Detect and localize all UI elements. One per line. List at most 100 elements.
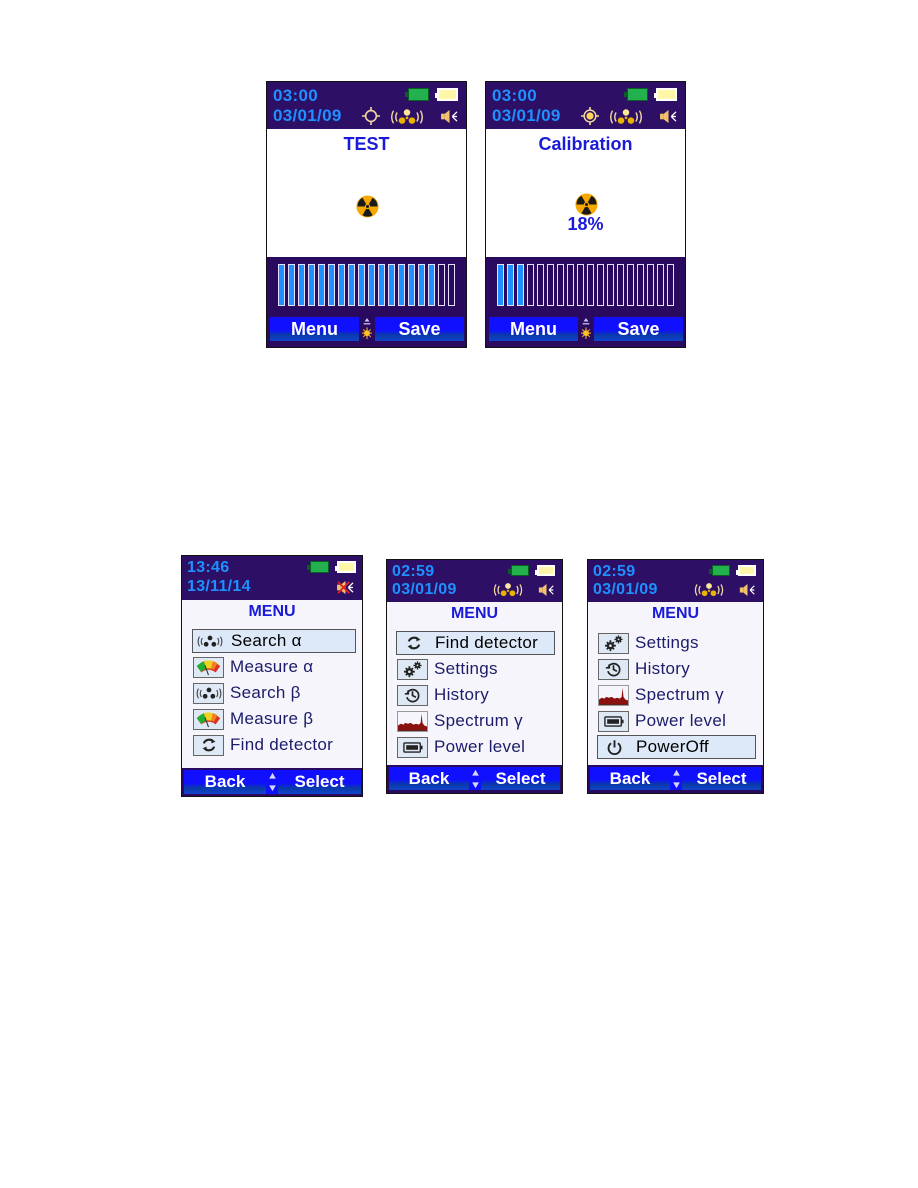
level-bar-segment (577, 264, 584, 306)
battery-yellow-icon (435, 88, 458, 101)
gauge-icon (193, 656, 224, 678)
test-screen: 03:00 03/01/09 TEST Menu Save (266, 81, 467, 348)
radiation-icon (575, 193, 598, 216)
menu-item-search-beta[interactable]: Search β (192, 681, 356, 705)
level-bar-segment (587, 264, 594, 306)
menu-item-label: Settings (434, 659, 498, 678)
menu-item-label: Measure β (230, 709, 314, 728)
menu-item-measure-alpha[interactable]: Measure α (192, 655, 356, 679)
updown-arrows-icon[interactable] (469, 767, 481, 790)
level-bar-segment (637, 264, 644, 306)
clock-time: 02:59 (593, 563, 636, 580)
menu-item-power-level[interactable]: Power level (597, 709, 756, 733)
menu-item-measure-beta[interactable]: Measure β (192, 707, 356, 731)
menu-item-power-off[interactable]: PowerOff (597, 735, 756, 759)
save-button[interactable]: Save (375, 317, 464, 341)
sun-updown-icon[interactable] (578, 316, 594, 342)
softkey-footer: Back Select (387, 765, 562, 793)
status-header: 03:00 03/01/09 (267, 82, 466, 129)
battery-green-icon (307, 561, 329, 573)
menu-screen-1: 13:46 13/11/14 MENU Search α Measure α S… (181, 555, 363, 797)
radiation-signal-icon (194, 631, 225, 652)
level-bar-segment (378, 264, 385, 306)
sun-updown-icon[interactable] (359, 316, 375, 342)
clock-date: 03/01/09 (492, 106, 561, 125)
menu-item-label: Search β (230, 683, 301, 702)
crosshair-icon (362, 107, 380, 125)
save-button[interactable]: Save (594, 317, 683, 341)
history-icon (397, 684, 428, 706)
refresh-icon (193, 734, 224, 756)
radiation-signal-icon (607, 108, 645, 126)
clock-date: 03/01/09 (273, 106, 342, 125)
back-button[interactable]: Back (184, 770, 266, 794)
menu-item-spectrum-gamma[interactable]: Spectrum γ (396, 709, 555, 733)
radiation-signal-icon (388, 108, 426, 126)
select-button[interactable]: Select (481, 767, 560, 790)
spectrum-icon (397, 710, 428, 732)
content-area: Calibration 18% (486, 129, 685, 257)
back-button[interactable]: Back (590, 767, 670, 790)
updown-arrows-icon[interactable] (670, 767, 682, 790)
battery-green-icon (709, 565, 730, 576)
level-bar-segment (388, 264, 395, 306)
menu-item-history[interactable]: History (396, 683, 555, 707)
speaker-icon (440, 109, 459, 124)
menu-item-spectrum-gamma[interactable]: Spectrum γ (597, 683, 756, 707)
level-bar-segment (647, 264, 654, 306)
refresh-icon (398, 633, 429, 654)
level-bar-segment (547, 264, 554, 306)
level-bar-segment (448, 264, 455, 306)
level-bar-segment (557, 264, 564, 306)
menu-item-label: Power level (635, 711, 727, 730)
select-button[interactable]: Select (278, 770, 361, 794)
back-button[interactable]: Back (389, 767, 469, 790)
menu-item-find-detector[interactable]: Find detector (192, 733, 356, 757)
battery-icon (397, 736, 428, 758)
level-bar-graph (486, 257, 685, 312)
calibration-percent: 18% (567, 214, 604, 234)
menu-item-power-level[interactable]: Power level (396, 735, 555, 759)
clock-time: 13:46 (187, 559, 230, 576)
speaker-muted-icon (336, 580, 355, 595)
level-bar-segment (627, 264, 634, 306)
level-bar-segment (308, 264, 315, 306)
menu-screen-2: 02:59 03/01/09 MENU Find detector Settin… (386, 559, 563, 794)
status-header: 02:59 03/01/09 (588, 560, 763, 602)
menu-screen-3: 02:59 03/01/09 MENU Settings History Spe… (587, 559, 764, 794)
softkey-footer: Back Select (182, 768, 362, 796)
level-bar-segment (657, 264, 664, 306)
softkey-footer: Menu Save (486, 310, 685, 347)
speaker-icon (659, 109, 678, 124)
menu-item-settings[interactable]: Settings (396, 657, 555, 681)
level-bar-segment (667, 264, 674, 306)
menu-title: MENU (248, 603, 296, 620)
battery-green-icon (405, 88, 429, 101)
updown-arrows-icon[interactable] (266, 770, 278, 794)
menu-item-label: History (434, 685, 489, 704)
level-bar-segment (278, 264, 285, 306)
radiation-icon (356, 195, 379, 218)
menu-body: MENU Find detector Settings History Spec… (387, 602, 562, 767)
select-button[interactable]: Select (682, 767, 761, 790)
screen-title: Calibration (538, 134, 633, 154)
clock-date: 03/01/09 (392, 581, 457, 598)
level-bar-segment (338, 264, 345, 306)
speaker-icon (538, 583, 555, 597)
menu-item-label: Power level (434, 737, 526, 756)
level-bar-segment (597, 264, 604, 306)
status-header: 13:46 13/11/14 (182, 556, 362, 600)
menu-item-find-detector[interactable]: Find detector (396, 631, 555, 655)
level-bar-segment (398, 264, 405, 306)
level-bar-segment (368, 264, 375, 306)
menu-button[interactable]: Menu (270, 317, 359, 341)
menu-button[interactable]: Menu (489, 317, 578, 341)
menu-item-history[interactable]: History (597, 657, 756, 681)
level-bar-segment (507, 264, 514, 306)
menu-item-settings[interactable]: Settings (597, 631, 756, 655)
menu-item-label: Find detector (230, 735, 334, 754)
battery-yellow-icon (535, 565, 555, 576)
status-header: 02:59 03/01/09 (387, 560, 562, 602)
content-area: TEST (267, 129, 466, 257)
menu-item-search-alpha[interactable]: Search α (192, 629, 356, 653)
